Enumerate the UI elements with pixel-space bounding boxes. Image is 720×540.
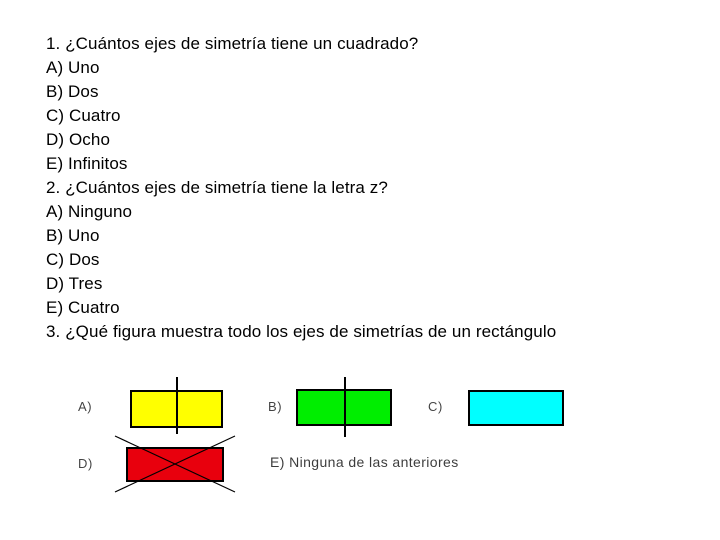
question-line-11: D) Tres <box>46 274 103 293</box>
symmetry-axis-vertical-a <box>176 377 178 434</box>
figure-label-c: C) <box>428 399 443 414</box>
question-line-13: 3. ¿Qué figura muestra todo los ejes de … <box>46 322 557 341</box>
question-line-10: C) Dos <box>46 250 100 269</box>
question-line-3: B) Dos <box>46 82 99 101</box>
figure-label-b: B) <box>268 399 283 414</box>
question-text-block: 1. ¿Cuántos ejes de simetría tiene un cu… <box>46 32 686 344</box>
question-line-1: 1. ¿Cuántos ejes de simetría tiene un cu… <box>46 34 419 53</box>
symmetry-axis-vertical-b <box>344 377 346 437</box>
question-line-8: A) Ninguno <box>46 202 133 221</box>
figure-rect-c[interactable] <box>468 390 564 426</box>
question-line-2: A) Uno <box>46 58 100 77</box>
question-line-12: E) Cuatro <box>46 298 120 317</box>
question-line-4: C) Cuatro <box>46 106 121 125</box>
question-line-9: B) Uno <box>46 226 100 245</box>
figure-label-e: E) Ninguna de las anteriores <box>270 454 459 470</box>
figure-label-d: D) <box>78 456 93 471</box>
question-line-6: E) Infinitos <box>46 154 128 173</box>
question-line-5: D) Ocho <box>46 130 110 149</box>
question-line-7: 2. ¿Cuántos ejes de simetría tiene la le… <box>46 178 388 197</box>
figure-label-a: A) <box>78 399 93 414</box>
symmetry-axes-diagonal-d <box>114 435 236 493</box>
